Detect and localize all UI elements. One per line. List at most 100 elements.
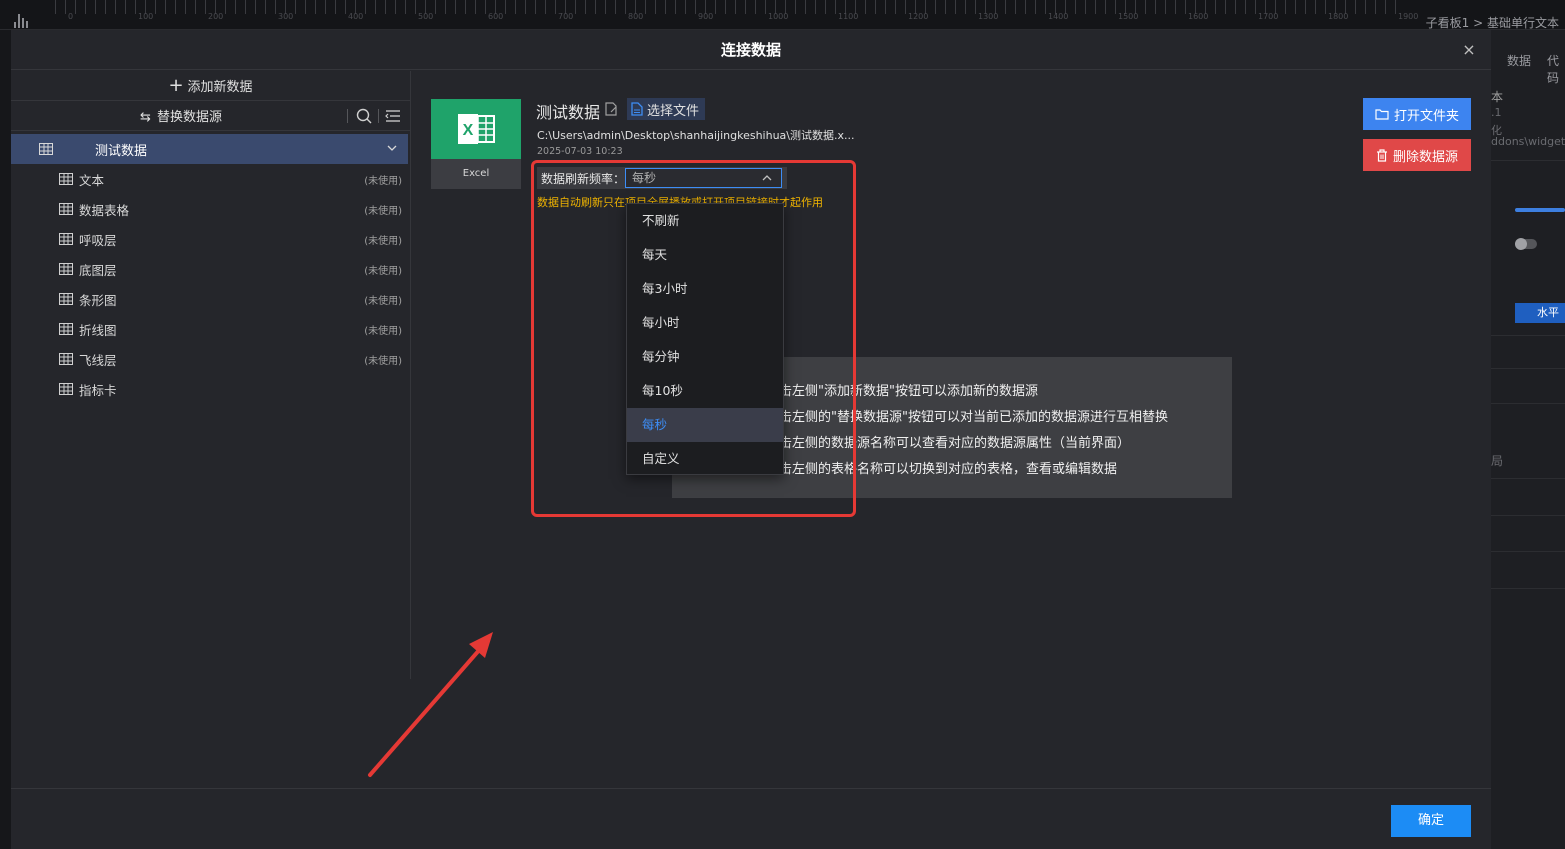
slider[interactable] <box>1515 208 1565 212</box>
divider <box>1491 551 1565 552</box>
trash-icon <box>1376 148 1387 162</box>
open-folder-label: 打开文件夹 <box>1393 108 1459 124</box>
ruler-number: 800 <box>628 12 644 21</box>
datasource-sidebar: + 添加新数据 ⇆ 替换数据源 测试数据 文本 (未使用) 数据表格 (未使用) 呼吸层 (… <box>11 71 411 679</box>
dropdown-option[interactable]: 每天 <box>627 238 783 272</box>
table-item[interactable]: 数据表格 (未使用) <box>11 194 408 224</box>
choose-file-button[interactable]: 选择文件 <box>627 98 706 120</box>
tab-code[interactable]: 代码 <box>1547 52 1565 86</box>
ruler-number: 0 <box>68 12 74 21</box>
divider <box>1491 403 1565 404</box>
refresh-frequency-value: 每秒 <box>632 171 657 185</box>
tab-data[interactable]: 数据 <box>1507 52 1531 69</box>
divider <box>1491 160 1565 161</box>
swap-icon: ⇆ <box>140 110 151 125</box>
add-data-button[interactable]: + 添加新数据 <box>11 71 410 101</box>
table-item[interactable]: 条形图 (未使用) <box>11 284 408 314</box>
file-icon <box>631 102 643 116</box>
panel-text: 局 <box>1491 454 1504 468</box>
table-icon <box>59 383 73 395</box>
table-status: (未使用) <box>364 175 402 187</box>
table-name: 折线图 <box>79 322 117 338</box>
table-icon <box>59 323 73 335</box>
divider <box>1491 515 1565 516</box>
datasource-detail: X Excel 测试数据 选择文件 C:\Users\admin\Desktop… <box>412 71 1491 746</box>
panel-text: ddons\widgets <box>1491 135 1565 148</box>
ruler-number: 1600 <box>1188 12 1209 21</box>
ruler-number: 1000 <box>768 12 789 21</box>
table-name: 指标卡 <box>79 382 117 398</box>
delete-datasource-label: 删除数据源 <box>1392 149 1458 165</box>
confirm-button[interactable]: 确定 <box>1391 805 1471 837</box>
table-item[interactable]: 折线图 (未使用) <box>11 314 408 344</box>
table-item[interactable]: 指标卡 <box>11 374 408 404</box>
choose-file-label: 选择文件 <box>647 103 700 119</box>
table-icon <box>59 263 73 275</box>
right-properties-panel: 数据 代码 本 .1 化 ddons\widgets 水平 局 <box>1491 30 1565 849</box>
refresh-frequency-dropdown: 不刷新 每天 每3小时 每小时 每分钟 每10秒 每秒 自定义 <box>626 203 784 475</box>
left-strip <box>0 30 11 849</box>
canvas-ruler: 0 100 200 300 400 500 600 700 800 900 1000 1100 1200… <box>0 0 1565 30</box>
ruler-number: 1800 <box>1328 12 1349 21</box>
table-item[interactable]: 底图层 (未使用) <box>11 254 408 284</box>
divider <box>1491 368 1565 369</box>
table-status: (未使用) <box>364 295 402 307</box>
ruler-number: 1200 <box>908 12 929 21</box>
table-item[interactable]: 文本 (未使用) <box>11 164 408 194</box>
dropdown-option[interactable]: 每秒 <box>627 408 783 442</box>
dropdown-option[interactable]: 自定义 <box>627 442 783 476</box>
edit-icon[interactable] <box>604 102 618 116</box>
excel-tile: X <box>431 99 521 159</box>
dropdown-option[interactable]: 每分钟 <box>627 340 783 374</box>
table-status: (未使用) <box>364 355 402 367</box>
replace-datasource-button[interactable]: ⇆ 替换数据源 <box>11 106 351 125</box>
table-name: 呼吸层 <box>79 232 117 248</box>
dropdown-option[interactable]: 不刷新 <box>627 204 783 238</box>
toggle-switch[interactable] <box>1515 238 1537 250</box>
table-icon <box>59 203 73 215</box>
ruler-number: 100 <box>138 12 154 21</box>
table-item[interactable]: 飞线层 (未使用) <box>11 344 408 374</box>
delete-datasource-button[interactable]: 删除数据源 <box>1363 139 1471 171</box>
dropdown-option[interactable]: 每10秒 <box>627 374 783 408</box>
dropdown-option[interactable]: 每3小时 <box>627 272 783 306</box>
divider <box>1491 478 1565 479</box>
table-icon <box>39 143 53 155</box>
ruler-number: 1500 <box>1118 12 1139 21</box>
open-folder-button[interactable]: 打开文件夹 <box>1363 98 1471 130</box>
refresh-frequency-row: 数据刷新频率： 每秒 <box>537 167 787 189</box>
close-button[interactable]: × <box>1459 40 1479 60</box>
align-horizontal-button[interactable]: 水平 <box>1515 303 1565 323</box>
chevron-down-icon[interactable] <box>386 142 398 154</box>
dialog-header: 连接数据 × <box>11 30 1491 70</box>
dialog-footer: 确定 <box>11 788 1491 849</box>
replace-row: ⇆ 替换数据源 <box>11 101 410 131</box>
file-path: C:\Users\admin\Desktop\shanhaijingkeshih… <box>537 129 855 142</box>
divider <box>378 109 379 123</box>
table-status: (未使用) <box>364 205 402 217</box>
svg-text:X: X <box>463 122 474 139</box>
datasource-name: 测试数据 <box>95 143 148 159</box>
table-name: 数据表格 <box>79 202 130 218</box>
ruler-number: 400 <box>348 12 364 21</box>
ruler-number: 1100 <box>838 12 859 21</box>
excel-icon: X <box>458 114 495 144</box>
table-icon <box>59 173 73 185</box>
file-date: 2025-07-03 10:23 <box>537 146 623 157</box>
folder-icon <box>1375 109 1389 120</box>
datasource-item[interactable]: 测试数据 <box>11 134 408 164</box>
table-name: 底图层 <box>79 262 117 278</box>
table-icon <box>59 233 73 245</box>
dialog-title: 连接数据 <box>720 41 781 59</box>
chart-icon[interactable] <box>14 14 30 28</box>
excel-label: Excel <box>431 159 521 189</box>
dropdown-option[interactable]: 每小时 <box>627 306 783 340</box>
table-list: 文本 (未使用) 数据表格 (未使用) 呼吸层 (未使用) 底图层 (未使用) 条形图 (未使用)… <box>11 164 408 404</box>
collapse-list-icon[interactable] <box>385 109 401 123</box>
refresh-frequency-select[interactable]: 每秒 <box>625 168 782 188</box>
ruler-number: 1300 <box>978 12 999 21</box>
ruler-number: 200 <box>208 12 224 21</box>
breadcrumb: 子看板1 > 基础单行文本 <box>1425 16 1559 30</box>
table-item[interactable]: 呼吸层 (未使用) <box>11 224 408 254</box>
search-icon[interactable] <box>355 107 373 125</box>
